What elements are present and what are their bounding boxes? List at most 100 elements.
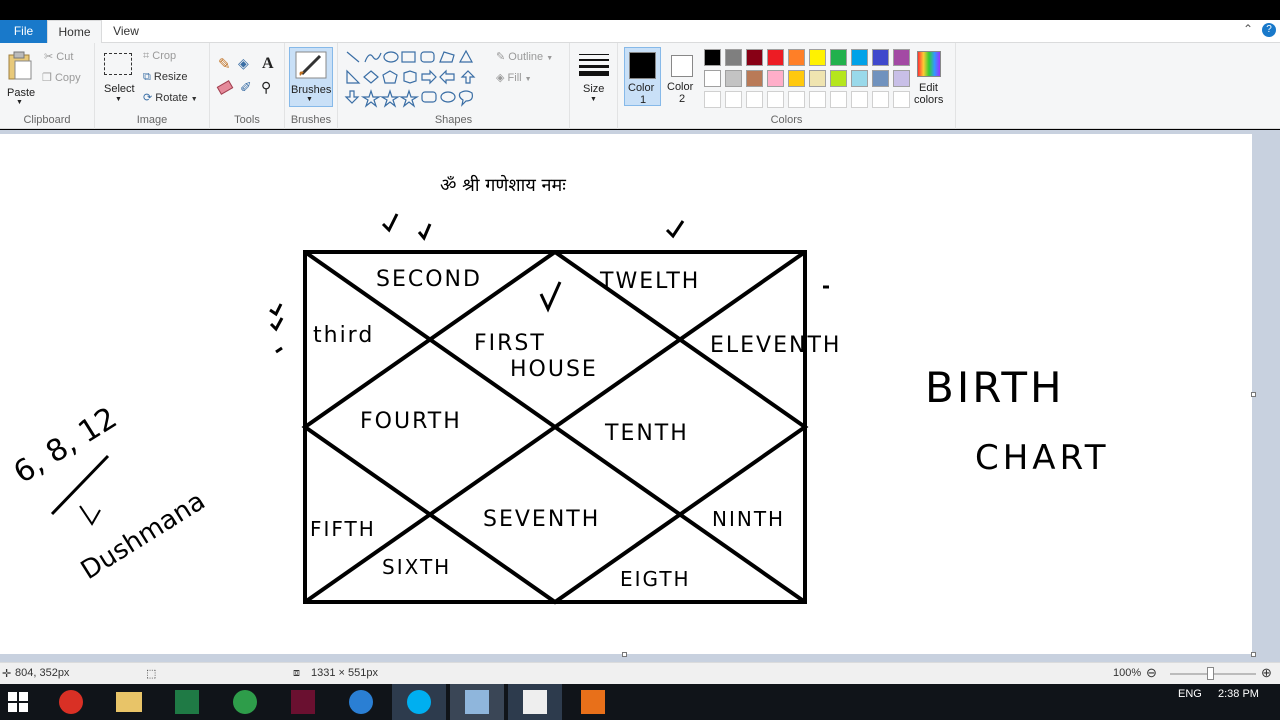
view-tab[interactable]: View bbox=[104, 20, 148, 44]
color-swatch[interactable] bbox=[872, 70, 889, 87]
text-tool-icon[interactable]: A bbox=[262, 55, 274, 73]
brushes-button[interactable]: Brushes ▼ bbox=[289, 47, 333, 107]
paste-label: Paste bbox=[7, 87, 36, 99]
taskbar-ie[interactable] bbox=[334, 684, 388, 720]
color-swatch[interactable] bbox=[872, 49, 889, 66]
color-swatch[interactable] bbox=[809, 49, 826, 66]
house-tenth: TENTH bbox=[604, 421, 689, 446]
color-swatch[interactable] bbox=[725, 70, 742, 87]
color-swatch[interactable] bbox=[851, 91, 868, 108]
resize-button[interactable]: ⧉ Resize bbox=[143, 71, 188, 84]
brushes-label: Brushes bbox=[291, 84, 332, 96]
color-swatch[interactable] bbox=[746, 49, 763, 66]
help-icon[interactable]: ? bbox=[1262, 23, 1276, 37]
zoom-out-icon[interactable]: ⊖ bbox=[1146, 665, 1157, 681]
menu-bar: File Home View ⌃ ? bbox=[0, 20, 1280, 44]
color-swatch[interactable] bbox=[893, 91, 910, 108]
title-birth: BIRTH bbox=[925, 363, 1065, 412]
resize-handle-corner[interactable] bbox=[1251, 652, 1256, 657]
language-indicator[interactable]: ENG bbox=[1178, 688, 1202, 700]
taskbar-excel[interactable] bbox=[160, 684, 214, 720]
title-chart: CHART bbox=[975, 438, 1109, 478]
color-swatch[interactable] bbox=[704, 49, 721, 66]
color-picker-icon[interactable]: ✐ bbox=[240, 79, 252, 96]
drawing-canvas[interactable]: ॐ श्री गणेशाय नमः SECOND TWELTH third FI… bbox=[0, 134, 1256, 654]
clipboard-group-label: Clipboard bbox=[23, 114, 71, 126]
color-swatch[interactable] bbox=[830, 49, 847, 66]
color-swatch[interactable] bbox=[746, 91, 763, 108]
zoom-level: 100% bbox=[1113, 667, 1142, 679]
clock[interactable]: 2:38 PM bbox=[1218, 688, 1259, 700]
color-swatch[interactable] bbox=[830, 91, 847, 108]
rotate-button[interactable]: ⟳ Rotate ▼ bbox=[143, 91, 198, 104]
clipboard-group: Paste ▼ ✂ Cut ❐ Copy Clipboard bbox=[0, 43, 95, 129]
crop-button[interactable]: ⌗ Crop bbox=[143, 50, 176, 63]
color-swatch[interactable] bbox=[809, 91, 826, 108]
resize-handle-bottom[interactable] bbox=[622, 652, 627, 657]
select-button[interactable]: Select ▼ bbox=[101, 49, 135, 109]
color-swatch[interactable] bbox=[893, 70, 910, 87]
color-swatch[interactable] bbox=[725, 91, 742, 108]
color1-button[interactable]: Color 1 bbox=[624, 47, 661, 106]
home-tab[interactable]: Home bbox=[47, 20, 102, 44]
color-swatch[interactable] bbox=[872, 91, 889, 108]
taskbar-skype[interactable] bbox=[392, 684, 446, 720]
color-swatch[interactable] bbox=[809, 70, 826, 87]
copy-button[interactable]: ❐ Copy bbox=[42, 71, 81, 84]
pencil-icon[interactable]: ✎ bbox=[218, 55, 231, 73]
taskbar-app-white[interactable] bbox=[508, 684, 562, 720]
color-swatch[interactable] bbox=[704, 91, 721, 108]
eraser-icon[interactable] bbox=[216, 80, 234, 95]
color-swatch[interactable] bbox=[767, 49, 784, 66]
color-swatch[interactable] bbox=[830, 70, 847, 87]
color-swatch[interactable] bbox=[851, 70, 868, 87]
color-swatch[interactable] bbox=[788, 91, 805, 108]
invocation-text: ॐ श्री गणेशाय नमः bbox=[440, 174, 566, 196]
outline-button[interactable]: ✎ Outline ▼ bbox=[496, 50, 553, 63]
fill-button[interactable]: ◈ Fill ▼ bbox=[496, 71, 532, 84]
color-swatch[interactable] bbox=[788, 70, 805, 87]
cursor-icon: ✛ bbox=[2, 668, 12, 680]
brushes-group-label: Brushes bbox=[290, 114, 332, 126]
color-swatch[interactable] bbox=[893, 49, 910, 66]
cut-button[interactable]: ✂ Cut bbox=[44, 50, 73, 63]
house-seventh: SEVENTH bbox=[483, 507, 600, 532]
zoom-slider-thumb[interactable] bbox=[1207, 667, 1214, 680]
color-swatch[interactable] bbox=[767, 70, 784, 87]
color-swatch[interactable] bbox=[725, 49, 742, 66]
size-button[interactable]: Size ▼ bbox=[576, 49, 612, 109]
house-first-line1: FIRST bbox=[474, 331, 546, 356]
resize-handle-right[interactable] bbox=[1251, 392, 1256, 397]
colors-group: Color 1 Color 2 Edit colors Colors bbox=[618, 43, 956, 129]
shapes-group-label: Shapes bbox=[434, 114, 473, 126]
paste-button[interactable]: Paste ▼ bbox=[4, 49, 36, 109]
colors-group-label: Colors bbox=[770, 114, 803, 126]
taskbar-app-orange[interactable] bbox=[566, 684, 620, 720]
select-rect-icon bbox=[104, 53, 132, 75]
chevron-down-icon: ▼ bbox=[306, 96, 313, 103]
side-note: 6, 8, 12 Dushmana bbox=[8, 400, 211, 586]
color-swatch[interactable] bbox=[851, 49, 868, 66]
color-swatch[interactable] bbox=[704, 70, 721, 87]
collapse-ribbon-icon[interactable]: ⌃ bbox=[1243, 22, 1253, 36]
taskbar-app-red[interactable] bbox=[276, 684, 330, 720]
file-tab[interactable]: File bbox=[0, 20, 47, 43]
color-swatch[interactable] bbox=[746, 70, 763, 87]
taskbar-paint[interactable] bbox=[450, 684, 504, 720]
shapes-gallery[interactable] bbox=[344, 49, 494, 111]
taskbar-app-green[interactable] bbox=[218, 684, 272, 720]
color-swatch[interactable] bbox=[788, 49, 805, 66]
house-sixth: SIXTH bbox=[382, 555, 451, 579]
house-second: SECOND bbox=[376, 267, 482, 292]
start-windows-icon[interactable] bbox=[8, 692, 28, 712]
magnifier-icon[interactable]: ⚲ bbox=[261, 79, 271, 96]
edit-colors-button[interactable]: Edit colors bbox=[912, 49, 948, 109]
taskbar-explorer[interactable] bbox=[102, 684, 156, 720]
color-swatch[interactable] bbox=[767, 91, 784, 108]
fill-bucket-icon[interactable]: ◈ bbox=[238, 55, 249, 72]
taskbar-chrome[interactable] bbox=[44, 684, 98, 720]
chevron-down-icon: ▼ bbox=[590, 96, 597, 103]
zoom-in-icon[interactable]: ⊕ bbox=[1261, 665, 1272, 681]
color2-button[interactable]: Color 2 bbox=[664, 47, 701, 106]
crop-icon: ⌗ bbox=[143, 50, 150, 62]
